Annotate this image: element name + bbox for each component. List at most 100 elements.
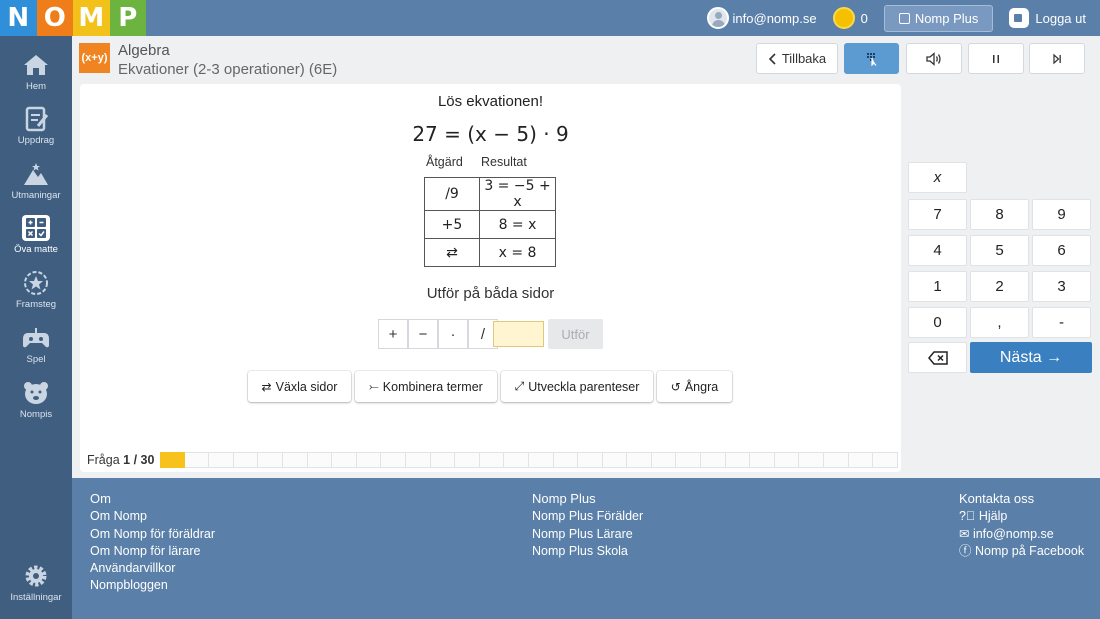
step-result: 8 = x: [479, 210, 556, 239]
sound-button[interactable]: [906, 43, 962, 74]
footer-link[interactable]: Om Nomp för lärare: [90, 543, 215, 560]
keypad-icon: [866, 52, 876, 66]
progress-cell: [405, 452, 431, 468]
help-label: Hjälp: [978, 509, 1008, 524]
sidebar-item-spel[interactable]: Spel: [0, 325, 72, 377]
sidebar-item-uppdrag[interactable]: Uppdrag: [0, 106, 72, 158]
sidebar-item-framsteg[interactable]: Framsteg: [0, 270, 72, 322]
facebook-icon: ⓕ: [959, 543, 975, 558]
bear-icon: [22, 380, 50, 406]
undo-button[interactable]: ↺ Ångra: [657, 371, 732, 402]
sidebar-item-nompis[interactable]: Nompis: [0, 380, 72, 432]
footer-heading: Om: [90, 491, 111, 506]
footer-link[interactable]: Nomp Plus Förälder: [532, 508, 643, 525]
table-row: /9 3 = −5 + x: [424, 177, 556, 211]
key-3[interactable]: 3: [1032, 271, 1091, 302]
footer-heading: Nomp Plus: [532, 491, 596, 506]
footer-link[interactable]: Nomp Plus Lärare: [532, 526, 643, 543]
key-comma[interactable]: ,: [970, 307, 1029, 338]
next-button[interactable]: Nästa →: [970, 342, 1092, 373]
coin-count: 0: [860, 10, 868, 26]
footer-link[interactable]: Användarvillkor: [90, 560, 215, 577]
question-label: Fråga: [87, 453, 120, 467]
logout-button[interactable]: Logga ut: [1009, 8, 1086, 28]
sidebar-item-utmaningar[interactable]: Utmaningar: [0, 161, 72, 213]
step-action: +5: [424, 210, 480, 239]
key-minus[interactable]: -: [1032, 307, 1091, 338]
key-9[interactable]: 9: [1032, 199, 1091, 230]
progress-cell: [701, 452, 726, 468]
progress-cell: [725, 452, 751, 468]
nomp-logo[interactable]: N O M P: [0, 0, 146, 36]
subject-title: Algebra: [118, 42, 170, 59]
swap-sides-icon: ⇄: [424, 238, 480, 267]
progress-cell: [651, 452, 677, 468]
facebook-link[interactable]: ⓕ Nomp på Facebook: [959, 543, 1084, 560]
coin-icon: [832, 7, 855, 29]
progress-cell: [160, 452, 185, 468]
nomp-plus-button[interactable]: Nomp Plus: [883, 4, 994, 32]
progress-cell: [209, 452, 234, 468]
progress-cell: [873, 452, 898, 468]
perform-button[interactable]: Utför: [548, 319, 603, 349]
email-link[interactable]: ✉ info@nomp.se: [959, 526, 1084, 543]
key-5[interactable]: 5: [970, 235, 1029, 266]
footer-nomp-plus: Nomp Plus Nomp Plus Förälder Nomp Plus L…: [532, 490, 643, 560]
pause-button[interactable]: [968, 43, 1024, 74]
progress-cell: [504, 452, 529, 468]
clipboard-icon: [22, 106, 50, 132]
operation-input[interactable]: [493, 321, 544, 347]
keypad-toggle-button[interactable]: [844, 43, 899, 74]
skip-button[interactable]: [1029, 43, 1085, 74]
swap-icon: ⇄: [261, 379, 272, 394]
swap-sides-label: Växla sidor: [275, 379, 338, 394]
sidebar-item-label: Hem: [25, 81, 47, 92]
back-button[interactable]: Tillbaka: [756, 43, 838, 74]
key-0[interactable]: 0: [908, 307, 967, 338]
steps-table: /9 3 = −5 + x +5 8 = x ⇄ x = 8: [424, 177, 556, 267]
operator-minus-button[interactable]: −: [408, 319, 438, 349]
nomp-plus-label: Nomp Plus: [914, 10, 979, 26]
gamepad-icon: [22, 325, 50, 351]
step-action: /9: [424, 177, 480, 211]
footer-link[interactable]: Om Nomp för föräldrar: [90, 526, 215, 543]
footer-link[interactable]: Nompbloggen: [90, 577, 215, 594]
progress-cell: [627, 452, 652, 468]
combine-terms-button[interactable]: ⤚ Kombinera termer: [355, 371, 497, 402]
progress-cell: [799, 452, 825, 468]
sidebar-item-installningar[interactable]: Inställningar: [0, 563, 72, 615]
footer-link[interactable]: Nomp Plus Skola: [532, 543, 643, 560]
key-4[interactable]: 4: [908, 235, 967, 266]
progress-cell: [479, 452, 505, 468]
key-variable-x[interactable]: x: [908, 162, 967, 193]
mail-icon: ✉: [959, 526, 973, 541]
external-link-icon: [898, 12, 910, 24]
logo-letter-m: M: [73, 0, 110, 36]
operator-multiply-button[interactable]: ·: [438, 319, 468, 349]
sidebar: Hem Uppdrag Utmaningar Öva matte Framste…: [0, 36, 72, 619]
footer-about: Om Om Nomp Om Nomp för föräldrar Om Nomp…: [90, 490, 215, 595]
progress-cell: [848, 452, 874, 468]
key-2[interactable]: 2: [970, 271, 1029, 302]
help-link[interactable]: ?⃝ Hjälp: [959, 508, 1084, 525]
user-account[interactable]: info@nomp.se: [706, 7, 817, 29]
expand-parentheses-button[interactable]: ⤢ Utveckla parenteser: [501, 371, 653, 402]
key-6[interactable]: 6: [1032, 235, 1091, 266]
sidebar-item-ova-matte[interactable]: Öva matte: [0, 215, 72, 267]
mountain-icon: [22, 161, 50, 187]
sidebar-item-hem[interactable]: Hem: [0, 52, 72, 104]
key-8[interactable]: 8: [970, 199, 1029, 230]
key-7[interactable]: 7: [908, 199, 967, 230]
progress-cell: [307, 452, 333, 468]
backspace-key[interactable]: [908, 342, 967, 373]
progress-cell: [258, 452, 283, 468]
algebra-badge: (x+y): [79, 43, 110, 73]
coin-counter: 0: [832, 7, 868, 29]
footer-link[interactable]: Om Nomp: [90, 508, 215, 525]
operator-plus-button[interactable]: +: [378, 319, 408, 349]
table-row: +5 8 = x: [424, 210, 556, 239]
swap-sides-button[interactable]: ⇄ Växla sidor: [248, 371, 351, 402]
progress-cell: [750, 452, 775, 468]
key-1[interactable]: 1: [908, 271, 967, 302]
progress-cell: [553, 452, 579, 468]
